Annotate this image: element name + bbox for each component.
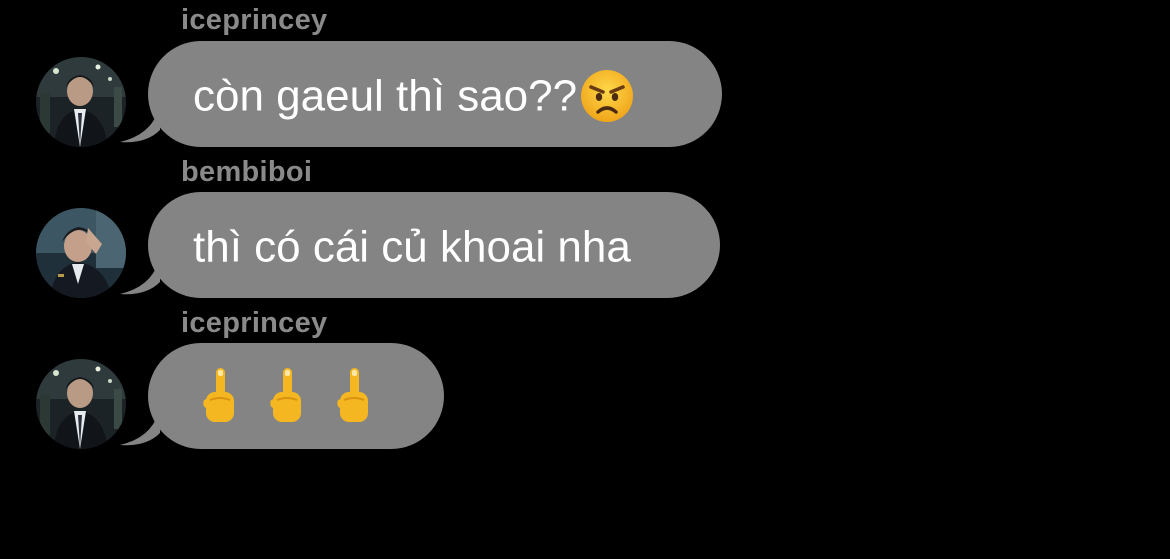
sender-name: iceprincey <box>181 4 328 36</box>
sender-name: bembiboi <box>181 156 313 188</box>
avatar[interactable] <box>36 208 126 298</box>
avatar[interactable] <box>36 57 126 147</box>
message-bubble[interactable]: còn gaeul thì sao?? <box>148 41 722 147</box>
message-text: còn gaeul thì sao?? <box>193 71 578 121</box>
middle-finger-icon <box>200 366 240 426</box>
message-text: thì có cái củ khoai nha <box>193 222 631 272</box>
emoji-row <box>200 343 444 449</box>
message-bubble[interactable] <box>148 343 444 449</box>
middle-finger-icon <box>334 366 374 426</box>
avatar[interactable] <box>36 359 126 449</box>
sender-name: iceprincey <box>181 307 328 339</box>
message-bubble[interactable]: thì có cái củ khoai nha <box>148 192 720 298</box>
middle-finger-icon <box>267 366 307 426</box>
angry-face-icon <box>579 68 635 124</box>
